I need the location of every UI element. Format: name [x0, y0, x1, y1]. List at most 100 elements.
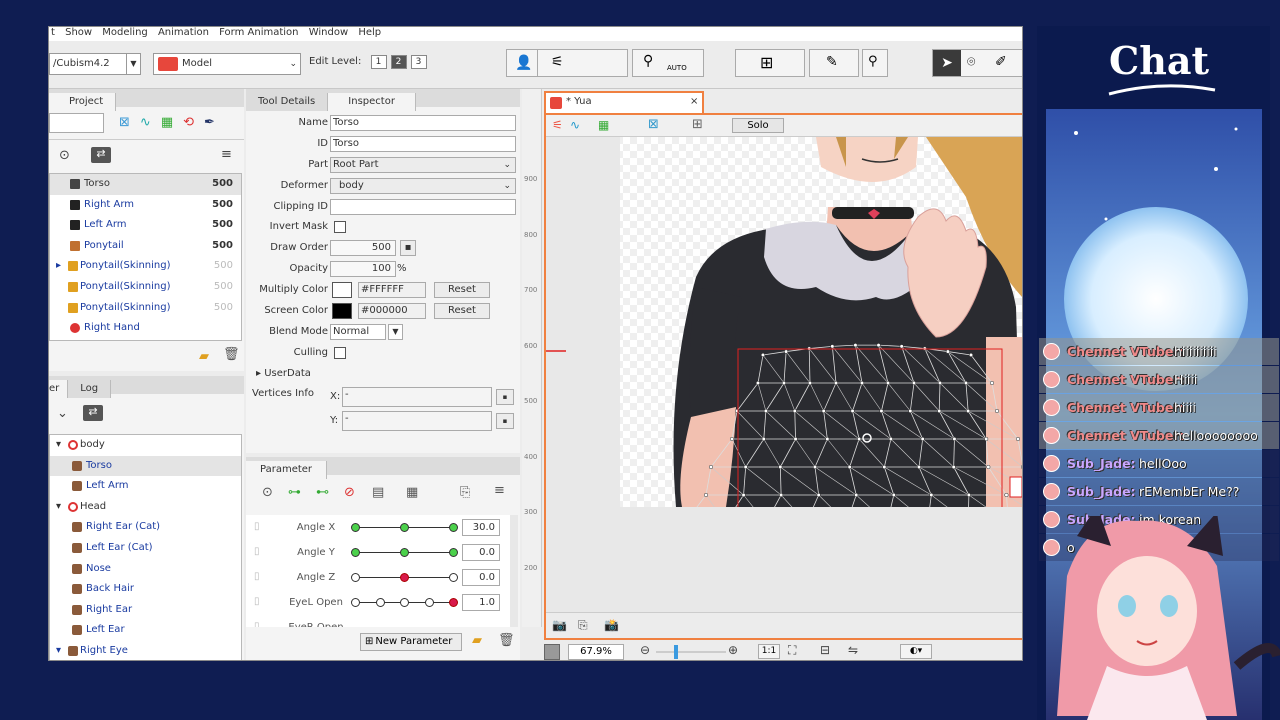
menu-animation[interactable]: Animation — [158, 27, 209, 38]
menu-show[interactable]: Show — [65, 27, 92, 38]
mesh-vertex[interactable] — [986, 464, 991, 470]
screen-color-field[interactable]: #000000 — [358, 303, 426, 320]
draw-order-field[interactable]: 500 — [330, 240, 396, 257]
mesh-vertex[interactable] — [984, 436, 989, 442]
tab-project[interactable]: Project — [49, 93, 117, 111]
tab-deformer[interactable]: er — [49, 380, 69, 398]
checker-toggle-icon[interactable] — [544, 644, 560, 660]
hamburger-menu-icon[interactable]: ≡ — [221, 147, 232, 162]
warp-filter-icon[interactable]: ∿ — [140, 115, 161, 130]
deformer-tree-item[interactable]: Back Hair — [50, 579, 241, 600]
mesh-vertex[interactable] — [899, 344, 904, 349]
part-select[interactable]: Root Part ⌄ — [330, 156, 516, 173]
menu-window[interactable]: Window — [309, 27, 348, 38]
parameter-value-field[interactable]: 1.0 — [462, 594, 500, 611]
mesh-vertex[interactable] — [763, 408, 768, 414]
magnify-tool-button[interactable]: ⚲ — [862, 49, 888, 77]
warp-icon[interactable]: ∿ — [570, 118, 580, 132]
document-tab[interactable]: * Yua × — [544, 91, 704, 115]
deformer-tree-item[interactable]: Right Ear (Cat) — [50, 517, 241, 538]
mesh-vertex[interactable] — [879, 408, 884, 414]
mesh-vertex[interactable] — [708, 464, 714, 470]
swap-icon[interactable]: ⇄ — [91, 147, 111, 163]
parameter-value-field[interactable]: 30.0 — [462, 519, 500, 536]
zoom-slider[interactable] — [656, 651, 726, 653]
deform-path-icon[interactable]: ⚟ — [552, 118, 563, 132]
part-list-item[interactable]: Torso 500 — [50, 174, 241, 195]
lasso-icon[interactable]: ⌾ — [967, 54, 975, 70]
part-list-item[interactable]: ▸ Ponytail(Skinning) 500 — [50, 256, 241, 277]
zoom-slider-thumb[interactable] — [674, 645, 678, 659]
mesh-vertex[interactable] — [779, 492, 784, 498]
invert-mask-checkbox[interactable] — [334, 221, 346, 234]
vertex-y-field[interactable]: - — [342, 410, 492, 431]
edge-close-icon[interactable] — [1009, 476, 1022, 498]
tab-tool-details[interactable]: Tool Details — [246, 93, 329, 111]
art-mesh-icon[interactable]: ⊠ — [648, 117, 659, 132]
mesh-vertex[interactable] — [859, 380, 865, 386]
mesh-vertex[interactable] — [888, 436, 893, 442]
deformer-tree-item[interactable]: Left Arm — [50, 476, 241, 497]
part-list-item[interactable]: Ponytail 500 — [50, 236, 241, 257]
name-field[interactable]: Torso — [330, 115, 516, 131]
vertex-x-field[interactable]: - — [342, 386, 492, 407]
draw-order-stepper[interactable]: ▪ — [400, 240, 416, 257]
vertex-x-button[interactable]: ▪ — [496, 388, 514, 405]
brush-select-icon[interactable]: ✐ — [995, 54, 1007, 70]
flip-icon[interactable]: ⇋ — [848, 643, 858, 657]
mesh-vertex[interactable] — [920, 436, 925, 442]
art-mesh-filter-icon[interactable]: ⊠ — [119, 115, 140, 130]
mesh-vertex[interactable] — [882, 464, 887, 470]
grid-icon[interactable]: ⊞ — [692, 117, 703, 132]
mesh-vertex[interactable] — [812, 464, 818, 470]
arrow-select-icon[interactable]: ➤ — [933, 50, 961, 76]
mesh-vertex[interactable] — [816, 492, 821, 498]
mesh-vertex[interactable] — [951, 464, 956, 470]
edit-level-1-button[interactable]: 1 — [370, 55, 387, 69]
parameter-keyform-knob[interactable] — [351, 598, 360, 607]
toggle-circle-icon[interactable]: ⊙ — [59, 148, 70, 163]
mesh-vertex[interactable] — [821, 408, 826, 414]
multiply-color-swatch[interactable] — [332, 282, 352, 299]
mesh-vertex[interactable] — [760, 352, 766, 358]
edit-level-2-button[interactable]: 2 — [390, 55, 407, 69]
person-icon[interactable]: 👤 — [515, 55, 532, 71]
expand-arrow-icon[interactable]: ▾ — [56, 497, 61, 517]
auto-mesh-button[interactable]: ⚲ AUTO — [632, 49, 704, 77]
play-circle-icon[interactable]: ⊙ — [262, 485, 273, 500]
mesh-vertex[interactable] — [937, 380, 943, 386]
fit-screen-icon[interactable]: ⛶ — [788, 643, 796, 658]
add-key-icon[interactable]: ⊶ — [288, 485, 301, 500]
mesh-vertex[interactable] — [853, 343, 858, 348]
deformer-tree-item[interactable]: Right Ear — [50, 600, 241, 621]
mesh-vertex[interactable] — [989, 380, 995, 386]
id-field[interactable]: Torso — [330, 135, 516, 152]
mesh-vertex[interactable] — [952, 436, 957, 442]
expand-arrow-icon[interactable]: ▾ — [56, 641, 61, 660]
mesh-vertex[interactable] — [929, 492, 934, 498]
mesh-vertex[interactable] — [963, 380, 969, 386]
mesh-vertex[interactable] — [833, 380, 839, 386]
mesh-grid-button[interactable]: ⊞ — [735, 49, 805, 77]
menu-form-animation[interactable]: Form Animation — [219, 27, 298, 38]
parameter-keyform-knob[interactable] — [400, 598, 409, 607]
userdata-toggle[interactable]: ▸ UserData — [256, 368, 311, 379]
mesh-vertex[interactable] — [911, 380, 917, 386]
new-parameter-button[interactable]: ⊞ New Parameter — [360, 633, 462, 651]
tab-log[interactable]: Log — [68, 380, 112, 398]
mesh-vertex[interactable] — [908, 408, 913, 414]
blend-mode-select[interactable]: Normal — [330, 323, 386, 340]
parameter-keyform-knob[interactable] — [400, 548, 409, 557]
display-toggle-icon[interactable]: ◐▾ — [900, 644, 932, 659]
screen-reset-button[interactable]: Reset — [434, 303, 490, 320]
userdata-row[interactable]: ▸ UserData — [246, 364, 520, 385]
deformer-select[interactable]: body ⌄ — [330, 177, 516, 194]
parameter-value-field[interactable]: 0.0 — [462, 569, 500, 586]
mesh-vertex[interactable] — [854, 492, 859, 498]
lock-icon[interactable]: ▯ — [254, 596, 260, 607]
deformer-tree-item[interactable]: Left Ear — [50, 620, 241, 641]
mesh-vertex[interactable] — [1015, 436, 1021, 442]
parameter-value-field[interactable]: 0.0 — [462, 544, 500, 561]
multiply-reset-button[interactable]: Reset — [434, 282, 490, 299]
folder-icon[interactable]: ▰ — [199, 349, 209, 364]
